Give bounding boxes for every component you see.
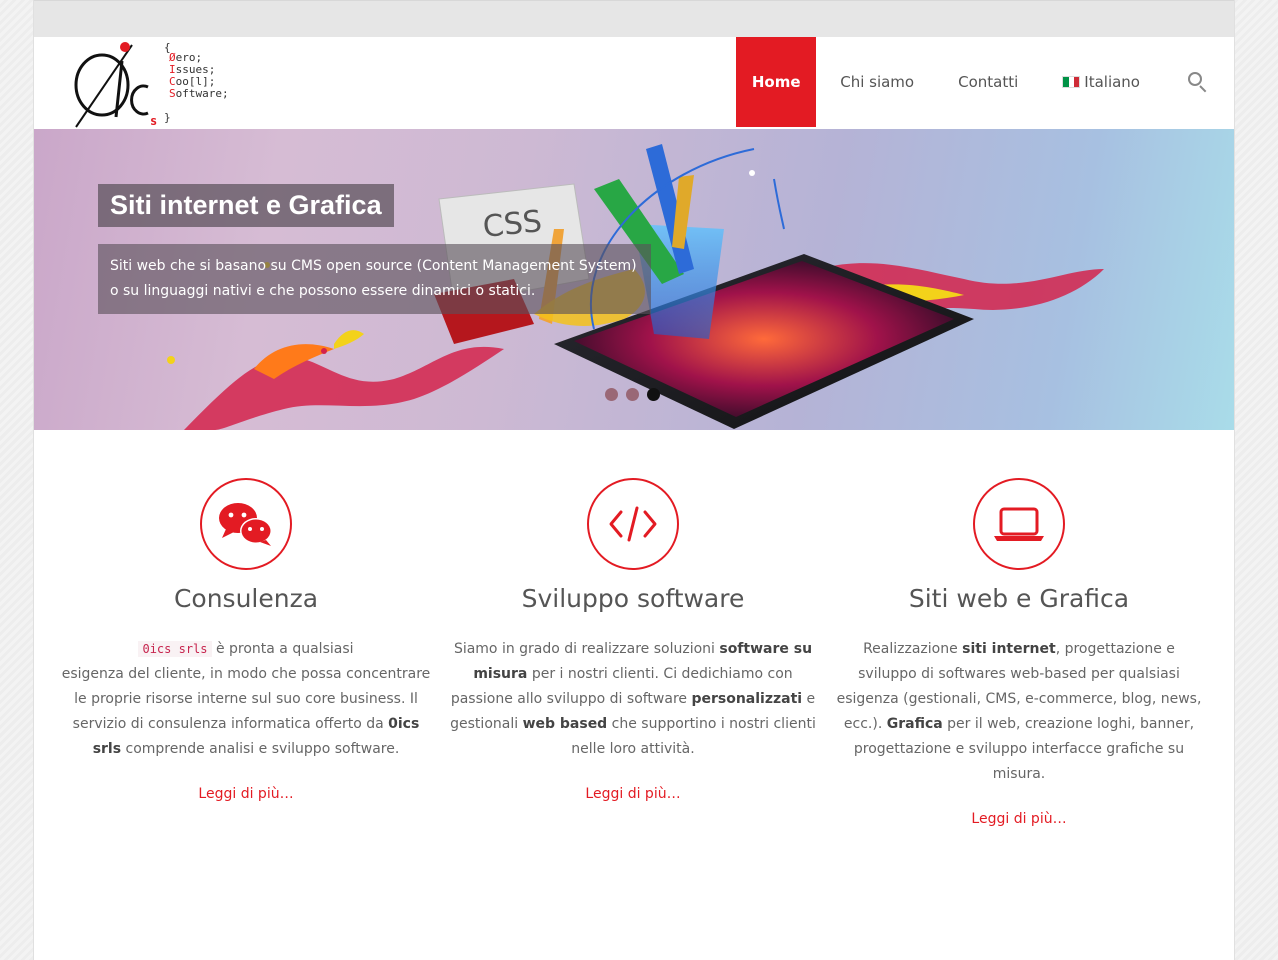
svg-text:CSS: CSS: [481, 204, 543, 245]
company-code: 0ics srls: [138, 641, 212, 657]
read-more-link[interactable]: Leggi di più…: [56, 786, 436, 802]
nav-item-language[interactable]: Italiano: [1040, 37, 1162, 127]
logo-brace-close: }: [164, 111, 171, 124]
feature-sviluppo-software: Sviluppo software Siamo in grado di real…: [443, 478, 823, 802]
read-more-link[interactable]: Leggi di più…: [829, 811, 1209, 827]
feature-text-part: che supportino i nostri clienti nelle lo…: [571, 716, 816, 757]
feature-title: Consulenza: [173, 584, 319, 613]
slider-dots: [605, 388, 660, 401]
hero-slider: CSS Siti internet e Grafica Siti web che…: [34, 129, 1234, 430]
feature-siti-web-grafica: Siti web e Grafica Realizzazione siti in…: [829, 478, 1209, 827]
nav-item-contatti[interactable]: Contatti: [936, 37, 1040, 127]
read-more-link[interactable]: Leggi di più…: [443, 786, 823, 802]
site-header: s { Øero; Issues; Coo[l]; Software; } Ho…: [34, 37, 1234, 129]
feature-text: 0ics srls è pronta a qualsiasi esigenza d…: [60, 637, 432, 762]
feature-title: Siti web e Grafica: [908, 584, 1130, 613]
logo-initial: S: [169, 87, 176, 100]
search-button[interactable]: [1162, 37, 1234, 127]
site-logo[interactable]: s { Øero; Issues; Coo[l]; Software; }: [72, 39, 262, 129]
hero-description: Siti web che si basano su CMS open sourc…: [98, 244, 651, 314]
feature-text-bold: siti internet: [962, 641, 1056, 657]
feature-text: Realizzazione siti internet, progettazio…: [833, 637, 1205, 787]
page-container: s { Øero; Issues; Coo[l]; Software; } Ho…: [33, 0, 1235, 960]
code-icon: [587, 478, 679, 570]
hero-title: Siti internet e Grafica: [98, 184, 394, 227]
nav-item-home[interactable]: Home: [736, 37, 817, 127]
laptop-icon: [973, 478, 1065, 570]
logo-wordmark: Øero; Issues; Coo[l]; Software;: [169, 52, 229, 100]
slider-dot-active[interactable]: [647, 388, 660, 401]
search-icon: [1188, 72, 1208, 93]
svg-text:s: s: [150, 114, 157, 128]
logo-word: oftware;: [175, 87, 229, 100]
italy-flag-icon: [1062, 76, 1081, 88]
feature-consulenza: Consulenza 0ics srls è pronta a qualsias…: [56, 478, 436, 802]
chat-bubbles-icon: [200, 478, 292, 570]
feature-text-bold: personalizzati: [691, 691, 803, 707]
feature-text-part: è pronta a qualsiasi: [211, 641, 354, 657]
feature-text-bold: Grafica: [886, 716, 943, 732]
main-nav: Home Chi siamo Contatti Italiano: [736, 37, 1234, 129]
feature-text-part: comprende analisi e sviluppo software.: [121, 741, 400, 757]
top-bar: [34, 0, 1234, 37]
slider-dot[interactable]: [626, 388, 639, 401]
feature-text-part: Realizzazione: [863, 641, 963, 657]
feature-text-bold: web based: [522, 716, 608, 732]
slider-dot[interactable]: [605, 388, 618, 401]
logo-symbol-icon: s: [74, 42, 157, 128]
feature-title: Sviluppo software: [521, 584, 745, 613]
feature-text: Siamo in grado di realizzare soluzioni s…: [447, 637, 819, 762]
feature-text-part: Siamo in grado di realizzare soluzioni: [453, 641, 720, 657]
nav-item-chi-siamo[interactable]: Chi siamo: [818, 37, 936, 127]
feature-text-part: esigenza del cliente, in modo che possa …: [61, 666, 431, 732]
language-label: Italiano: [1084, 73, 1140, 91]
